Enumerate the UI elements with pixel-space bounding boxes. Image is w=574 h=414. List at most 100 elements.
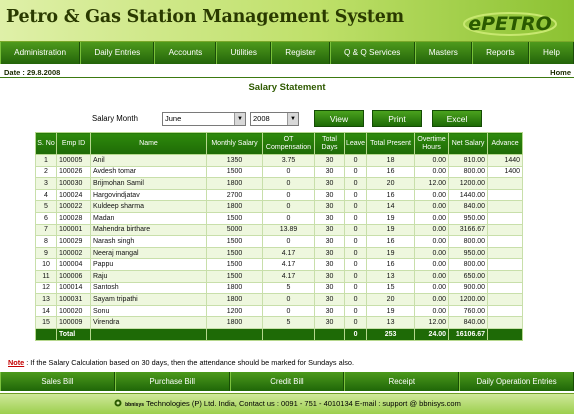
table-cell: 12.00 xyxy=(414,177,450,190)
table-row[interactable]: 3 100030 Brijmohan Samil 1800 0 30 0 20 12.00 120… xyxy=(35,177,524,190)
table-cell: Anil xyxy=(90,154,207,167)
table-cell: 0.00 xyxy=(414,258,450,271)
table-cell: 0 xyxy=(343,293,368,306)
footer-brand: bbnisys xyxy=(125,402,145,408)
table-cell: 20 xyxy=(366,293,416,306)
current-date: Date : 29.8.2008 xyxy=(4,68,61,77)
purchase-bill-link[interactable]: Purchase Bill xyxy=(114,372,230,391)
table-cell: 0 xyxy=(262,200,315,213)
table-row[interactable]: 13 100031 Sayam tripathi 1800 0 30 0 20 0.00 1200… xyxy=(35,293,524,306)
menu-daily-entries[interactable]: Daily Entries xyxy=(80,42,155,64)
table-cell: 100006 xyxy=(56,269,91,283)
table-cell: 13 xyxy=(35,293,57,306)
table-row[interactable]: 8 100029 Narash singh 1500 0 30 0 16 0.00 800.00 xyxy=(35,235,524,248)
table-cell: 0.00 xyxy=(414,269,450,283)
table-cell: 16 xyxy=(366,258,416,271)
table-row[interactable]: 7 100001 Mahendra birthare 5000 13.89 30 0 19 0.… xyxy=(35,223,524,237)
table-row[interactable]: 4 100024 Hargovindjatav 2700 0 30 0 16 0.00 1440.… xyxy=(35,188,524,202)
menu-masters[interactable]: Masters xyxy=(414,42,472,64)
table-cell: 0 xyxy=(343,188,368,202)
table-cell: 5 xyxy=(35,200,57,213)
table-cell: 9 xyxy=(35,246,57,260)
footer-text: bbnisys Technologies (P) Ltd. India, Con… xyxy=(0,399,574,408)
quick-links-bar: Sales Bill Purchase Bill Credit Bill Rec… xyxy=(0,372,574,391)
table-cell: 1800 xyxy=(206,316,263,329)
table-cell: 1200.00 xyxy=(448,177,489,190)
table-cell: 100022 xyxy=(56,200,91,213)
table-cell: 0 xyxy=(343,154,368,167)
note-text: Note : If the Salary Calculation based o… xyxy=(8,358,354,367)
table-cell: 100002 xyxy=(56,246,91,260)
table-cell: 0.00 xyxy=(414,281,450,295)
table-header-row: S. No Emp ID Name Monthly Salary OT Compensa… xyxy=(35,132,524,155)
table-cell: 100014 xyxy=(56,281,91,295)
info-bar: Date : 29.8.2008 Home xyxy=(0,66,574,77)
table-cell: Kuldeep sharma xyxy=(90,200,207,213)
table-cell: 0 xyxy=(262,304,315,318)
menu-administration[interactable]: Administration xyxy=(0,42,81,64)
daily-operation-entries-link[interactable]: Daily Operation Entries xyxy=(459,372,574,391)
table-row[interactable]: 12 100014 Santosh 1800 5 30 0 15 0.00 900.00 xyxy=(35,281,524,295)
excel-button[interactable]: Excel xyxy=(432,110,482,127)
table-cell: 15 xyxy=(366,281,416,295)
menu-register[interactable]: Register xyxy=(271,42,330,64)
table-row[interactable]: 11 100006 Raju 1500 4.17 30 0 13 0.00 650.00 xyxy=(35,269,524,283)
table-cell: 4.17 xyxy=(262,246,315,260)
note-body: : If the Salary Calculation based on 30 … xyxy=(24,358,355,367)
table-row[interactable]: 15 100009 Virendra 1800 5 30 0 13 12.00 840.00 xyxy=(35,316,524,329)
table-row[interactable]: 10 100004 Pappu 1500 4.17 30 0 16 0.00 800.00 xyxy=(35,258,524,271)
table-cell: 16 xyxy=(366,188,416,202)
table-row[interactable]: 14 100020 Sonu 1200 0 30 0 19 0.00 760.00 xyxy=(35,304,524,318)
table-cell: 1200 xyxy=(206,304,263,318)
sales-bill-link[interactable]: Sales Bill xyxy=(0,372,115,391)
month-select[interactable]: June ▼ xyxy=(162,112,246,126)
view-button[interactable]: View xyxy=(314,110,364,127)
menu-utilities[interactable]: Utilities xyxy=(216,42,272,64)
table-cell: 1 xyxy=(35,154,57,167)
table-row[interactable]: 1 100005 Anil 1350 3.75 30 0 18 0.00 810.00 1440 xyxy=(35,154,524,167)
menu-reports[interactable]: Reports xyxy=(471,42,529,64)
menu-help[interactable]: Help xyxy=(528,42,574,64)
table-row[interactable]: 6 100028 Madan 1500 0 30 0 19 0.00 950.00 xyxy=(35,211,524,225)
table-row[interactable]: 2 100026 Avdesh tomar 1500 0 30 0 16 0.00 800.00 1… xyxy=(35,165,524,179)
epetro-logo: ePETRO xyxy=(463,12,557,36)
table-cell: 0 xyxy=(343,200,368,213)
home-link[interactable]: Home xyxy=(550,68,571,77)
table-cell: 11 xyxy=(35,269,57,283)
column-header: Overtime Hours xyxy=(414,132,450,155)
table-cell: 30 xyxy=(314,304,345,318)
table-cell: Brijmohan Samil xyxy=(90,177,207,190)
dropdown-arrow-icon[interactable]: ▼ xyxy=(287,113,298,125)
table-cell: Raju xyxy=(90,269,207,283)
credit-bill-link[interactable]: Credit Bill xyxy=(229,372,345,391)
table-cell: 1500 xyxy=(206,211,263,225)
menu-accounts[interactable]: Accounts xyxy=(154,42,217,64)
receipt-link[interactable]: Receipt xyxy=(344,372,460,391)
table-cell: 10 xyxy=(35,258,57,271)
table-cell xyxy=(487,188,524,202)
column-header: S. No xyxy=(35,132,57,155)
column-header: Total Present xyxy=(366,132,416,155)
table-cell: 1500 xyxy=(206,246,263,260)
table-row[interactable]: 5 100022 Kuldeep sharma 1800 0 30 0 14 0.00 840.0… xyxy=(35,200,524,213)
column-header: Emp ID xyxy=(56,132,91,155)
year-select-value: 2008 xyxy=(253,114,270,123)
table-cell: 950.00 xyxy=(448,211,489,225)
table-cell: 1800 xyxy=(206,293,263,306)
table-cell: 840.00 xyxy=(448,200,489,213)
menu-qq-services[interactable]: Q & Q Services xyxy=(329,42,415,64)
year-select[interactable]: 2008 ▼ xyxy=(250,112,299,126)
table-cell: 8 xyxy=(35,235,57,248)
print-button[interactable]: Print xyxy=(372,110,422,127)
table-cell: 100001 xyxy=(56,223,91,237)
column-header: OT Compensation xyxy=(262,132,315,155)
table-cell: 4.17 xyxy=(262,269,315,283)
table-cell: 4.17 xyxy=(262,258,315,271)
column-header: Total Days xyxy=(314,132,345,155)
table-cell: 30 xyxy=(314,188,345,202)
table-cell: 30 xyxy=(314,223,345,237)
table-cell: 30 xyxy=(314,281,345,295)
table-row[interactable]: 9 100002 Neeraj mangal 1500 4.17 30 0 19 0.00 950… xyxy=(35,246,524,260)
dropdown-arrow-icon[interactable]: ▼ xyxy=(234,113,245,125)
table-cell: 30 xyxy=(314,165,345,179)
